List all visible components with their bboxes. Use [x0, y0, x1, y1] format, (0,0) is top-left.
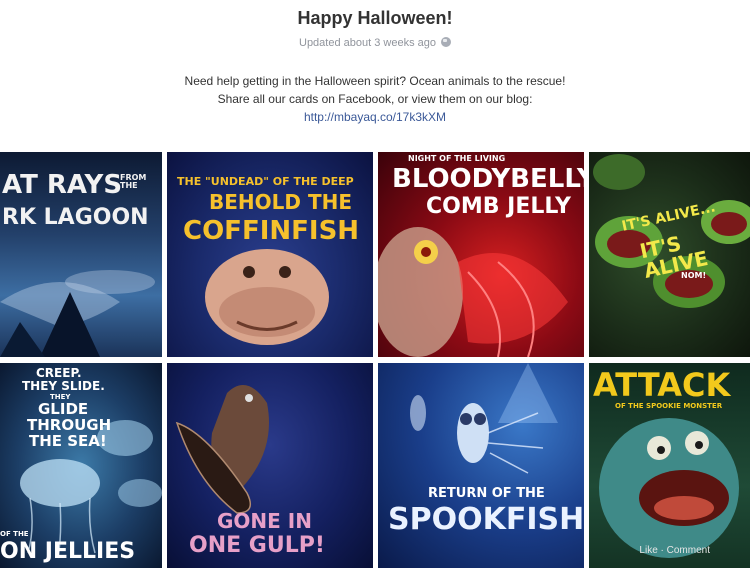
caption-main: ATTACK [593, 366, 731, 404]
caption-main: BLOODYBELLY [392, 164, 584, 194]
photo-spookie-monster[interactable]: ATTACK OF THE SPOOKIE MONSTER Like · Com… [589, 363, 750, 568]
caption-main: BEHOLD THE [209, 190, 352, 214]
description-line-2: Share all our cards on Facebook, or view… [217, 92, 533, 106]
photo-moon-jellies[interactable]: CREEP. THEY SLIDE. THEY GLIDE THROUGH TH… [0, 363, 162, 568]
caption-sub: ONE GULP! [189, 533, 325, 558]
like-comment-actions[interactable]: Like · Comment [639, 545, 710, 556]
photo-its-alive[interactable]: IT'S ALIVE... IT'S ALIVE NOM! [589, 152, 750, 357]
updated-text[interactable]: Updated about 3 weeks ago [299, 37, 436, 49]
globe-icon[interactable] [441, 37, 451, 47]
spookfish-art [410, 363, 558, 474]
caption-main: AT RAYS [2, 170, 123, 200]
album-title: Happy Halloween! [297, 8, 453, 28]
caption-small: OF THE SPOOKIE MONSTER [615, 402, 723, 410]
album-description: Need help getting in the Halloween spiri… [0, 72, 750, 126]
photo-bat-rays[interactable]: AT RAYS FROM THE RK LAGOON [0, 152, 162, 357]
caption-small: THE "UNDEAD" OF THE DEEP [177, 175, 354, 188]
caption-bottom: ON JELLIES [0, 539, 136, 564]
caption-sub: COFFINFISH [183, 216, 360, 246]
caption-main: GONE IN [217, 509, 312, 533]
caption-line-5: THE SEA! [29, 432, 107, 450]
caption-bottom-small: OF THE [0, 530, 29, 538]
photo-spookfish[interactable]: RETURN OF THE SPOOKFISH [378, 363, 584, 568]
caption-small: NIGHT OF THE LIVING [408, 154, 506, 163]
blog-link[interactable]: http://mbayaq.co/17k3kXM [304, 110, 446, 124]
photo-coffinfish[interactable]: THE "UNDEAD" OF THE DEEP BEHOLD THE COFF… [167, 152, 373, 357]
caption-line-1: CREEP. [36, 366, 82, 380]
photo-comb-jelly[interactable]: NIGHT OF THE LIVING BLOODYBELLY COMB JEL… [378, 152, 584, 357]
caption-line-2: THEY SLIDE. [22, 379, 105, 393]
caption-line-4: THROUGH [27, 416, 112, 434]
description-line-1: Need help getting in the Halloween spiri… [184, 74, 566, 88]
updated-timestamp: Updated about 3 weeks ago [0, 37, 750, 49]
caption-small: FROM THE [120, 173, 147, 190]
caption-small: NOM! [681, 271, 707, 280]
album-page: Happy Halloween! Updated about 3 weeks a… [0, 0, 750, 573]
caption-sub: COMB JELLY [426, 194, 571, 219]
photo-gulper[interactable]: GONE IN ONE GULP! [167, 363, 373, 568]
caption-main: RETURN OF THE [428, 486, 545, 501]
caption-sub: RK LAGOON [2, 205, 149, 230]
photo-grid: AT RAYS FROM THE RK LAGOON THE "UNDEAD" … [0, 152, 750, 573]
caption-sub: SPOOKFISH [388, 502, 584, 537]
caption-line-3: GLIDE [38, 400, 89, 418]
